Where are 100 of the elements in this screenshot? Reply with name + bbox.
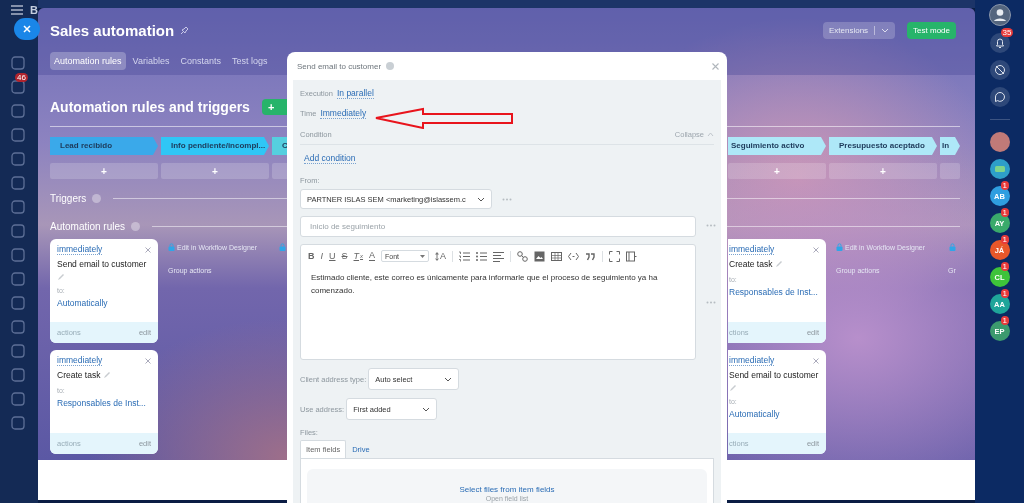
add-rule-button[interactable]: + [50, 163, 158, 179]
chevron-down-icon [881, 27, 890, 33]
execution-link[interactable]: In parallel [336, 88, 374, 99]
card-title: Create task [57, 369, 101, 381]
nav-item-icon[interactable] [11, 176, 25, 190]
more-icon[interactable] [706, 300, 716, 304]
assignee-link[interactable]: Responsables de Inst... [729, 287, 819, 297]
tab[interactable]: Constants [176, 52, 225, 70]
image-icon[interactable] [534, 250, 546, 262]
nav-item-icon[interactable] [11, 248, 25, 262]
tab[interactable]: Automation rules [50, 52, 126, 70]
stage-label[interactable]: In [940, 137, 960, 155]
bullet-list-icon[interactable] [476, 250, 488, 262]
arrows-icon [435, 251, 440, 261]
bold-button[interactable]: B [308, 251, 315, 261]
italic-button[interactable]: I [320, 251, 323, 261]
card-title: Send email to customer [57, 258, 147, 270]
underline-button[interactable]: U [329, 251, 336, 261]
add-rule-button[interactable]: + [161, 163, 269, 179]
time-link[interactable]: immediately [57, 244, 103, 255]
count-badge: 35 [1000, 28, 1014, 37]
nav-item-icon[interactable] [11, 200, 25, 214]
nav-item-icon[interactable] [11, 104, 25, 118]
fullscreen-icon[interactable] [609, 250, 621, 262]
nav-item-icon[interactable] [11, 368, 25, 382]
time-link[interactable]: Immediately [320, 108, 367, 119]
count-badge: 1 [1000, 289, 1009, 298]
stage-label[interactable]: Lead recibido [50, 137, 158, 155]
stage-label[interactable]: Seguimiento activo [728, 137, 826, 155]
close-icon[interactable] [712, 62, 719, 70]
chevron-down-icon [477, 196, 485, 202]
user-avatar-icon[interactable] [988, 4, 1011, 26]
card-title: Send email to customer [729, 369, 819, 381]
add-condition-link[interactable]: Add condition [304, 153, 356, 164]
close-icon[interactable] [813, 357, 819, 364]
count-badge: 1 [1000, 235, 1009, 244]
pencil-icon[interactable] [57, 273, 65, 281]
nav-item-icon[interactable] [11, 296, 25, 310]
card-title: Create task [729, 258, 773, 270]
table-icon[interactable] [551, 250, 563, 262]
time-link[interactable]: immediately [57, 355, 103, 366]
close-icon[interactable] [813, 246, 819, 253]
subject-field[interactable]: Inicio de seguimiento [300, 216, 696, 237]
select-files-link[interactable]: Select files from item fields [459, 485, 555, 494]
strikethrough-button[interactable]: S [341, 251, 348, 261]
menu-icon[interactable] [11, 5, 23, 15]
nav-item-icon[interactable] [11, 320, 25, 334]
nav-item-icon[interactable] [11, 56, 25, 70]
text-color-button[interactable]: A [369, 251, 376, 261]
extensions-button[interactable]: Extensions [822, 21, 896, 39]
tab[interactable]: Test logs [227, 52, 272, 70]
pencil-icon[interactable] [775, 260, 784, 268]
align-icon[interactable] [493, 250, 505, 262]
chevron-down-icon [422, 406, 431, 412]
stage-label[interactable]: Presupuesto aceptado [829, 137, 937, 155]
assignee-link[interactable]: Automatically [57, 298, 151, 308]
more-icon[interactable] [502, 197, 512, 201]
chat-icon[interactable] [989, 159, 1010, 179]
pencil-icon[interactable] [103, 371, 112, 379]
nav-item-icon[interactable] [11, 392, 25, 406]
chevron-down-icon [444, 376, 453, 382]
panel-icon[interactable] [626, 250, 638, 262]
close-icon[interactable] [145, 246, 151, 253]
email-body-text: Estimado cliente, este correo es únicamente para informarle que el proceso de seguimiento ya ha comenzado. [310, 272, 659, 297]
nav-item-icon[interactable] [11, 152, 25, 166]
time-link[interactable]: immediately [729, 244, 775, 255]
count-badge: 46 [15, 73, 28, 82]
nav-item-icon[interactable] [11, 80, 25, 94]
nav-item-icon[interactable] [11, 272, 25, 286]
stage-label[interactable]: Info pendiente/incompl... [161, 137, 269, 155]
count-badge: 1 [1000, 181, 1009, 190]
avatar-photo[interactable] [989, 132, 1010, 152]
quote-icon[interactable] [585, 250, 597, 262]
pencil-icon[interactable] [729, 384, 737, 392]
nav-item-icon[interactable] [11, 128, 25, 142]
count-badge: 1 [1000, 262, 1009, 271]
assignee-link[interactable]: Automatically [729, 409, 819, 419]
section-label: Triggers [50, 192, 87, 204]
logo-text: B [30, 4, 38, 16]
close-icon[interactable] [145, 357, 151, 364]
section-heading: Automation rules and triggers [50, 99, 250, 115]
font-size-button[interactable]: A [435, 251, 447, 261]
numbered-list-icon[interactable] [459, 250, 471, 262]
bell-icon[interactable] [989, 33, 1010, 53]
link-icon[interactable] [517, 250, 529, 262]
section-label: Automation rules [50, 220, 126, 232]
nav-item-icon[interactable] [11, 344, 25, 358]
tab[interactable]: Variables [128, 52, 174, 70]
caret-icon [420, 254, 426, 258]
code-icon[interactable] [568, 250, 580, 262]
nav-item-icon[interactable] [11, 224, 25, 238]
chat-search-icon[interactable] [989, 87, 1010, 107]
dialog-title: Send email to customer [297, 61, 382, 71]
more-icon[interactable] [706, 223, 716, 227]
add-rule-button[interactable]: + [728, 163, 826, 179]
assignee-link[interactable]: Responsables de Inst... [57, 398, 151, 408]
pin-icon[interactable] [180, 25, 190, 35]
add-rule-button[interactable]: + [829, 163, 937, 179]
nav-item-icon[interactable] [11, 416, 25, 430]
time-link[interactable]: immediately [729, 355, 775, 366]
